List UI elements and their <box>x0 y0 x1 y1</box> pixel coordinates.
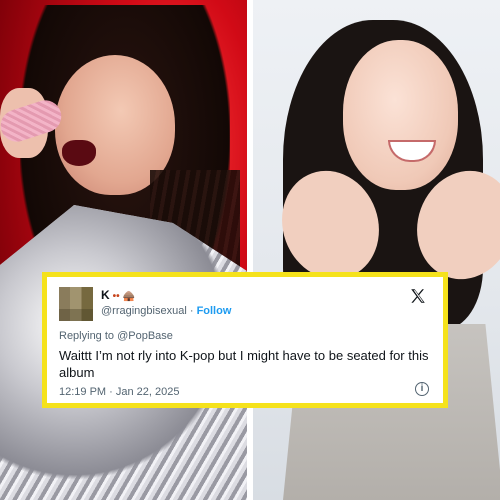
display-name-line: K •• 🛖 <box>101 288 135 304</box>
avatar[interactable] <box>59 287 93 321</box>
smiling-person-face <box>343 40 458 190</box>
right-photo-panel <box>253 0 500 500</box>
replying-to[interactable]: Replying to @PopBase <box>59 329 429 343</box>
x-logo-icon[interactable] <box>409 287 427 305</box>
tweet-text: Waittt I’m not rly into K-pop but I migh… <box>59 348 429 380</box>
follow-button[interactable]: Follow <box>197 305 232 317</box>
performer-mouth <box>62 140 96 166</box>
info-icon[interactable]: i <box>415 382 429 396</box>
left-photo-panel <box>0 0 247 500</box>
embedded-tweet-card[interactable]: K •• 🛖 @rragingbisexual · Follow Replying… <box>42 272 448 408</box>
handle-line: @rragingbisexual · Follow <box>101 304 231 318</box>
tweet-footer: 12:19 PM · Jan 22, 2025 i <box>59 382 429 398</box>
tweet-timestamp[interactable]: 12:19 PM · Jan 22, 2025 <box>59 386 179 398</box>
name-emoji: •• 🛖 <box>112 291 135 302</box>
tweet-header: K •• 🛖 @rragingbisexual · Follow <box>59 285 429 325</box>
user-handle[interactable]: @rragingbisexual <box>101 305 187 317</box>
display-name[interactable]: K <box>101 288 110 302</box>
separator-dot: · <box>189 305 194 317</box>
